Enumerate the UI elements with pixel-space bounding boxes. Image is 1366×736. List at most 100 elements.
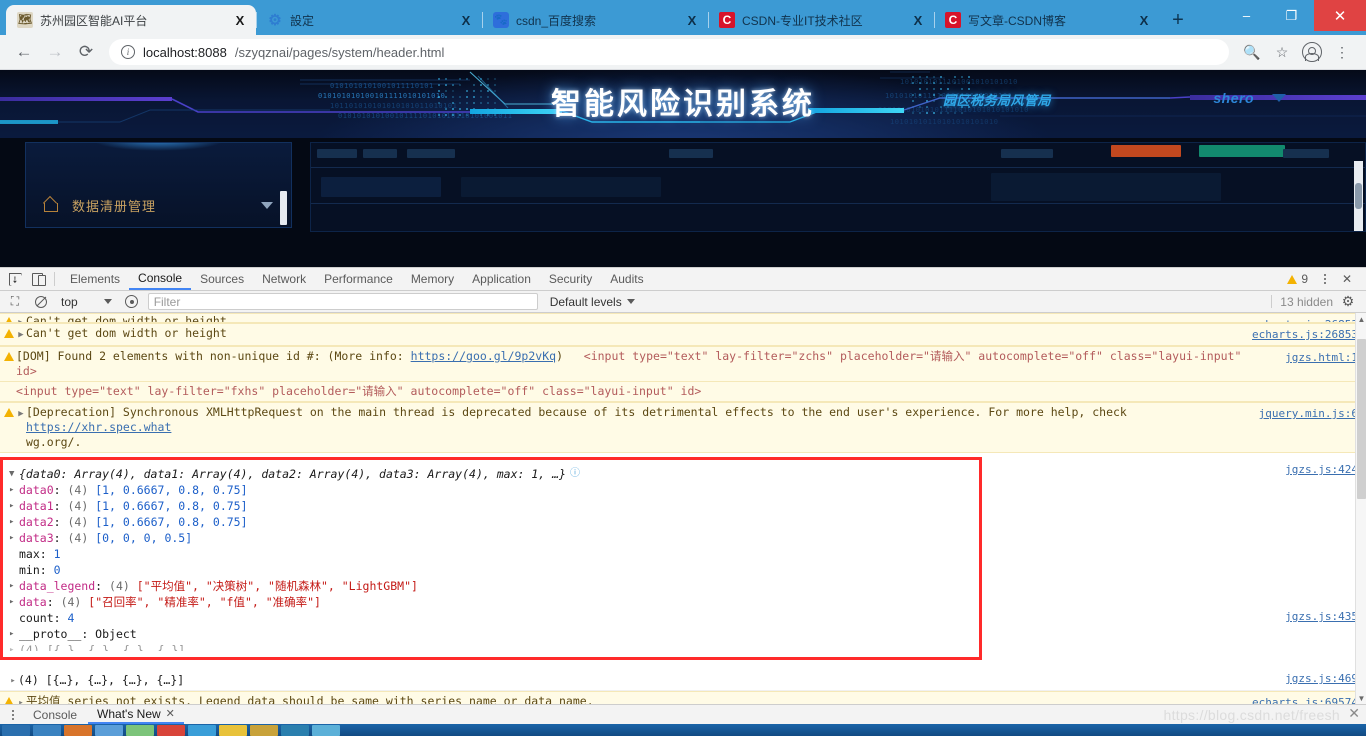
browser-tab-3[interactable]: C CSDN-专业IT技术社区 X	[708, 5, 934, 35]
expand-arrow-icon[interactable]: ▸	[9, 578, 19, 594]
collapse-arrow-icon[interactable]: ▼	[9, 466, 19, 482]
forward-button[interactable]: →	[41, 38, 69, 66]
expand-arrow-icon[interactable]: ▸	[9, 530, 19, 546]
tab-performance[interactable]: Performance	[315, 268, 402, 290]
console-message-continuation[interactable]: <input type="text" lay-filter="fxhs" pla…	[0, 382, 1366, 402]
object-property-row[interactable]: ▸ data2: (4) [1, 0.6667, 0.8, 0.75]	[9, 514, 979, 530]
taskbar-item[interactable]	[2, 725, 30, 736]
inspect-element-icon[interactable]	[4, 269, 26, 290]
drawer-tab-whats-new[interactable]: What's New ✕	[88, 705, 184, 724]
taskbar-item[interactable]	[312, 725, 340, 736]
expand-arrow-icon[interactable]: ▸	[9, 498, 19, 514]
username-label[interactable]: shero	[1213, 90, 1254, 106]
chevron-down-icon[interactable]	[261, 202, 273, 209]
bookmark-star-icon[interactable]: ☆	[1268, 38, 1296, 66]
taskbar-item[interactable]	[157, 725, 185, 736]
console-message[interactable]: ▶ [Deprecation] Synchronous XMLHttpReque…	[0, 402, 1366, 453]
taskbar-item[interactable]	[95, 725, 123, 736]
profile-avatar[interactable]	[1298, 38, 1326, 66]
reload-button[interactable]: ⟳	[72, 38, 100, 66]
drawer-more-icon[interactable]	[4, 710, 22, 720]
window-maximize-button[interactable]: ❐	[1269, 0, 1314, 31]
expand-arrow-icon[interactable]: ▸	[9, 482, 19, 498]
log-level-selector[interactable]: Default levels	[550, 295, 635, 309]
source-link[interactable]: jgzs.js:435	[1285, 610, 1358, 623]
browser-tab-1[interactable]: ⚙ 設定 X	[256, 5, 482, 35]
tab-close-button[interactable]: X	[1136, 12, 1152, 28]
source-link[interactable]: jgzs.html:1	[1285, 350, 1358, 365]
console-message[interactable]: ▸ (4) [{…}, {…}, {…}, {…}] jgzs.js:469	[0, 669, 1366, 691]
source-link[interactable]: jquery.min.js:6	[1259, 406, 1358, 421]
expand-arrow-icon[interactable]: ▶	[16, 316, 26, 323]
tab-security[interactable]: Security	[540, 268, 601, 290]
browser-tab-4[interactable]: C 写文章-CSDN博客 X	[934, 5, 1160, 35]
address-bar[interactable]: i localhost:8088/szyqznai/pages/system/h…	[109, 39, 1229, 65]
execution-context-selector[interactable]: top	[57, 295, 116, 309]
tab-console[interactable]: Console	[129, 268, 191, 290]
new-tab-button[interactable]: +	[1164, 6, 1192, 34]
taskbar-item[interactable]	[281, 725, 309, 736]
spec-link[interactable]: https://xhr.spec.what	[26, 420, 171, 434]
warning-count-badge[interactable]: 9	[1281, 272, 1314, 286]
expand-arrow-icon[interactable]: ▶	[16, 407, 26, 422]
expand-arrow-icon[interactable]: ▸	[9, 642, 19, 651]
gear-icon[interactable]: ⚙	[1341, 295, 1355, 309]
object-property-row[interactable]: ▸ data1: (4) [1, 0.6667, 0.8, 0.75]	[9, 498, 979, 514]
console-scrollbar[interactable]: ▲ ▼	[1355, 313, 1366, 704]
source-link[interactable]: echarts.js:69574	[1252, 695, 1358, 704]
browser-tab-2[interactable]: 🐾 csdn_百度搜索 X	[482, 5, 708, 35]
filter-input[interactable]: Filter	[148, 293, 538, 310]
object-property-row[interactable]: ▸ data_legend: (4) ["平均值", "决策树", "随机森林"…	[9, 578, 979, 594]
source-link[interactable]: jgzs.js:424	[1285, 463, 1358, 476]
tab-network[interactable]: Network	[253, 268, 315, 290]
console-message[interactable]: [DOM] Found 2 elements with non-unique i…	[0, 346, 1366, 382]
source-link[interactable]: echarts.js:26853	[1252, 327, 1358, 342]
drawer-tab-console[interactable]: Console	[24, 705, 86, 724]
browser-tab-0[interactable]: 🗺 苏州园区智能AI平台 X	[6, 5, 256, 35]
object-inspector-highlight[interactable]: ▼ {data0: Array(4), data1: Array(4), dat…	[0, 457, 982, 660]
tab-audits[interactable]: Audits	[601, 268, 652, 290]
tab-memory[interactable]: Memory	[402, 268, 463, 290]
tab-application[interactable]: Application	[463, 268, 540, 290]
expand-arrow-icon[interactable]: ▸	[8, 676, 18, 686]
window-close-button[interactable]: ✕	[1314, 0, 1366, 31]
console-sidebar-icon[interactable]: ⛶	[5, 292, 25, 312]
search-icon[interactable]: 🔍	[1238, 38, 1266, 66]
tab-close-button[interactable]: X	[232, 12, 248, 28]
expand-arrow-icon[interactable]: ▸	[9, 594, 19, 610]
object-property-row[interactable]: ▸ data3: (4) [0, 0, 0, 0.5]	[9, 530, 979, 546]
back-button[interactable]: ←	[10, 38, 38, 66]
content-scrollbar[interactable]	[1354, 161, 1363, 231]
scroll-up-arrow-icon[interactable]: ▲	[1356, 313, 1366, 325]
browser-menu-icon[interactable]: ⋮	[1328, 38, 1356, 66]
tab-sources[interactable]: Sources	[191, 268, 253, 290]
tab-elements[interactable]: Elements	[61, 268, 129, 290]
taskbar-item[interactable]	[126, 725, 154, 736]
clear-console-icon[interactable]	[31, 292, 51, 312]
devtools-more-icon[interactable]	[1316, 274, 1334, 284]
sidebar-item-data-inventory[interactable]: 数据清册管理	[26, 192, 291, 218]
live-expression-icon[interactable]	[122, 292, 142, 312]
device-toolbar-icon[interactable]	[26, 269, 48, 290]
scroll-down-arrow-icon[interactable]: ▼	[1356, 692, 1366, 704]
close-icon[interactable]: ✕	[1348, 705, 1360, 722]
object-header-row[interactable]: ▼ {data0: Array(4), data1: Array(4), dat…	[9, 466, 979, 482]
expand-arrow-icon[interactable]: ▸	[9, 514, 19, 530]
expand-arrow-icon[interactable]: ▶	[16, 328, 26, 343]
close-devtools-icon[interactable]: ✕	[1336, 269, 1358, 290]
tab-close-button[interactable]: X	[910, 12, 926, 28]
object-property-row[interactable]: ▸ data: (4) ["召回率", "精准率", "f值", "准确率"]	[9, 594, 979, 610]
tab-close-button[interactable]: X	[684, 12, 700, 28]
expand-arrow-icon[interactable]: ▸	[9, 626, 19, 642]
page-info-icon[interactable]: i	[121, 45, 135, 59]
chevron-down-icon[interactable]	[1272, 94, 1286, 102]
clipped-next-row[interactable]: ▸ (4) [{…}, {…}, {…}, {…}]	[9, 642, 979, 651]
taskbar-item[interactable]	[250, 725, 278, 736]
sidebar-scrollbar[interactable]	[280, 191, 287, 225]
taskbar-item[interactable]	[219, 725, 247, 736]
console-message[interactable]: ▶ Can't get dom width or height echarts.…	[0, 313, 1366, 323]
taskbar-item[interactable]	[64, 725, 92, 736]
object-property-row[interactable]: ▸ __proto__: Object	[9, 626, 979, 642]
source-link[interactable]: jgzs.js:469	[1285, 672, 1358, 685]
close-icon[interactable]: ✕	[166, 707, 175, 720]
